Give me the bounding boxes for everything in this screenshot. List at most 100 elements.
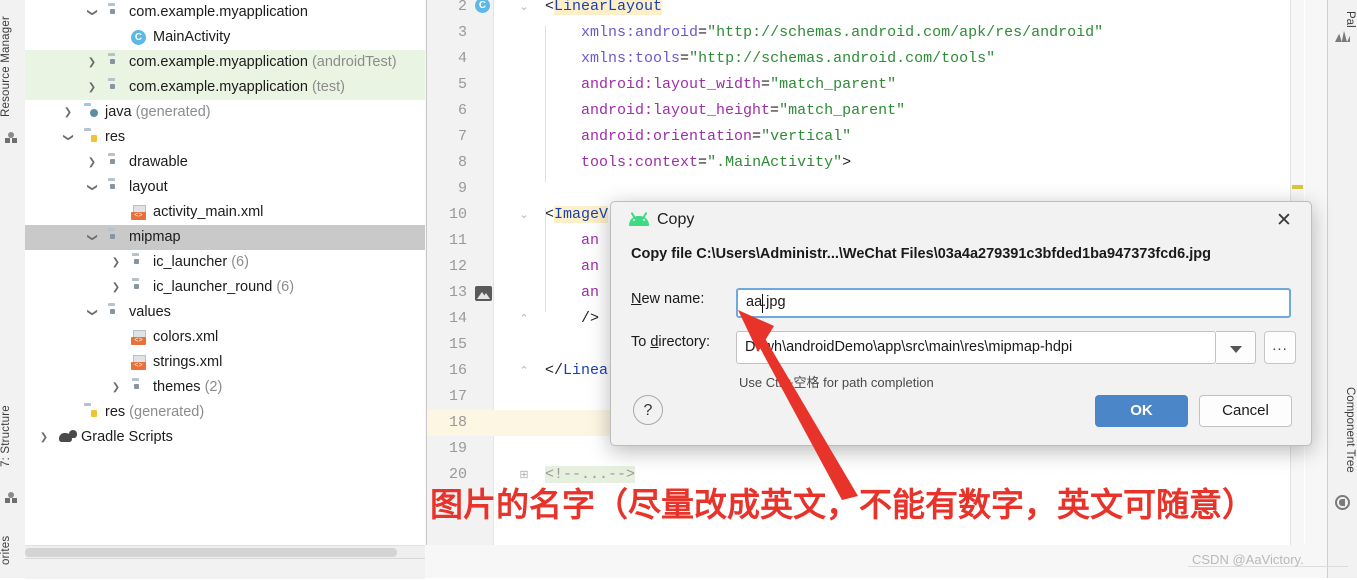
line-number: 11 (448, 232, 467, 249)
chevron-right-icon[interactable] (109, 275, 123, 300)
tree-item-label: colors.xml (153, 329, 219, 345)
line-number: 10 (448, 206, 467, 223)
tree-item-label: res (105, 129, 126, 145)
sidebar-tab-palette[interactable]: Pal (1330, 2, 1356, 36)
chevron-right-icon[interactable] (37, 425, 51, 450)
line-number: 16 (448, 362, 467, 379)
line-number: 7 (457, 128, 467, 145)
android-studio-window: Resource Manager 7: Structure orites com… (0, 0, 1357, 579)
code-line[interactable]: tools:context=".MainActivity"> (545, 150, 851, 176)
tree-item-label: drawable (129, 154, 188, 170)
code-line[interactable]: android:layout_width="match_parent" (545, 72, 896, 98)
tree-item-strings-xml[interactable]: <> strings.xml (25, 350, 425, 375)
code-fold-marker[interactable]: ⌃ (517, 358, 531, 384)
tree-item-label: mipmap (129, 229, 181, 245)
tree-item-label: MainActivity (153, 29, 231, 45)
line-number: 4 (457, 50, 467, 67)
tree-item-drawable[interactable]: drawable (25, 150, 425, 175)
line-number: 14 (448, 310, 467, 327)
bottom-tool-bar (25, 558, 425, 579)
tree-item-res[interactable]: res (generated) (25, 400, 425, 425)
chevron-down-icon[interactable] (85, 225, 99, 250)
code-line[interactable]: an (545, 280, 599, 306)
tree-item-com-example-myapplication[interactable]: com.example.myapplication (androidTest) (25, 50, 425, 75)
chevron-down-icon[interactable] (61, 125, 75, 150)
tree-item-label: activity_main.xml (153, 204, 264, 220)
sidebar-tab-component-tree[interactable]: Component Tree (1330, 370, 1356, 490)
watermark: CSDN @AaVictory. (1192, 552, 1304, 567)
tree-item-label: java (generated) (105, 104, 211, 120)
code-line[interactable]: <LinearLayout (545, 0, 663, 20)
code-line[interactable]: android:orientation="vertical" (545, 124, 851, 150)
browse-button[interactable]: ... (1264, 331, 1296, 364)
code-line[interactable]: /> (545, 306, 599, 332)
tree-item-colors-xml[interactable]: <> colors.xml (25, 325, 425, 350)
gutter-divider (493, 0, 494, 545)
code-line[interactable]: xmlns:tools="http://schemas.android.com/… (545, 46, 995, 72)
help-button[interactable]: ? (633, 395, 663, 425)
tree-item-mainactivity[interactable]: C MainActivity (25, 25, 425, 50)
line-number: 19 (448, 440, 467, 457)
tree-item-themes[interactable]: themes (2) (25, 375, 425, 400)
tree-item-ic_launcher_round[interactable]: ic_launcher_round (6) (25, 275, 425, 300)
cancel-button[interactable]: Cancel (1199, 395, 1292, 427)
structure-icon (5, 492, 20, 507)
code-fold-marker[interactable]: ⌃ (517, 306, 531, 332)
copy-dialog: Copy ✕ Copy file C:\Users\Administr...\W… (610, 201, 1312, 446)
code-fold-marker[interactable]: ⌄ (517, 202, 531, 228)
chevron-right-icon[interactable] (61, 100, 75, 125)
tree-item-activity_main-xml[interactable]: <> activity_main.xml (25, 200, 425, 225)
tree-item-label: values (129, 304, 171, 320)
sidebar-tab-resource-manager[interactable]: Resource Manager (0, 4, 25, 129)
code-line[interactable]: <ImageV (545, 202, 609, 228)
tree-item-mipmap[interactable]: mipmap (25, 225, 425, 250)
chevron-down-icon[interactable] (85, 175, 99, 200)
palette-icon (5, 132, 20, 147)
sidebar-tab-favorites[interactable]: orites (0, 520, 25, 580)
dialog-message: Copy file C:\Users\Administr...\WeChat F… (631, 246, 1211, 262)
tree-item-label: ic_launcher_round (6) (153, 279, 295, 295)
close-icon[interactable]: ✕ (1273, 210, 1295, 232)
code-line[interactable]: an (545, 228, 599, 254)
tree-item-layout[interactable]: layout (25, 175, 425, 200)
chevron-down-icon[interactable] (1216, 331, 1256, 364)
code-line[interactable]: an (545, 254, 599, 280)
code-line[interactable]: xmlns:android="http://schemas.android.co… (545, 20, 1103, 46)
line-number: 8 (457, 154, 467, 171)
component-tree-icon (1335, 495, 1350, 510)
tree-item-com-example-myapplication[interactable]: com.example.myapplication (test) (25, 75, 425, 100)
chevron-right-icon[interactable] (85, 75, 99, 100)
chevron-right-icon[interactable] (85, 150, 99, 175)
tree-item-label: com.example.myapplication (test) (129, 79, 345, 95)
project-tree-hscrollbar[interactable] (25, 545, 425, 559)
tree-item-com-example-myapplication[interactable]: com.example.myapplication (25, 0, 425, 25)
chevron-right-icon[interactable] (109, 250, 123, 275)
android-icon (629, 211, 649, 226)
chevron-right-icon[interactable] (85, 50, 99, 75)
code-fold-marker[interactable]: ⌄ (517, 0, 531, 20)
to-directory-label: To directory: (631, 334, 710, 350)
chevron-right-icon[interactable] (109, 375, 123, 400)
line-number: 12 (448, 258, 467, 275)
tree-item-gradle-scripts[interactable]: Gradle Scripts (25, 425, 425, 450)
tree-item-label: com.example.myapplication (129, 4, 308, 20)
indent-guide (545, 208, 546, 312)
tree-item-res[interactable]: res (25, 125, 425, 150)
tree-item-values[interactable]: values (25, 300, 425, 325)
chevron-down-icon[interactable] (85, 0, 99, 25)
dialog-title: Copy (657, 211, 695, 228)
code-line[interactable]: android:layout_height="match_parent" (545, 98, 905, 124)
project-tree-panel[interactable]: com.example.myapplication CMainActivity co… (25, 0, 425, 545)
ok-button[interactable]: OK (1095, 395, 1188, 427)
left-tool-window-bar: Resource Manager 7: Structure orites (0, 0, 26, 578)
tree-item-java[interactable]: java (generated) (25, 100, 425, 125)
tree-item-ic_launcher[interactable]: ic_launcher (6) (25, 250, 425, 275)
line-number: 18 (448, 414, 467, 431)
tree-item-label: layout (129, 179, 168, 195)
image-preview-gutter-icon[interactable] (475, 286, 492, 301)
scrollbar-thumb[interactable] (25, 548, 397, 557)
dialog-titlebar: Copy ✕ (611, 202, 1311, 240)
sidebar-tab-structure[interactable]: 7: Structure (0, 390, 25, 482)
new-name-label: New name: (631, 291, 705, 307)
chevron-down-icon[interactable] (85, 300, 99, 325)
